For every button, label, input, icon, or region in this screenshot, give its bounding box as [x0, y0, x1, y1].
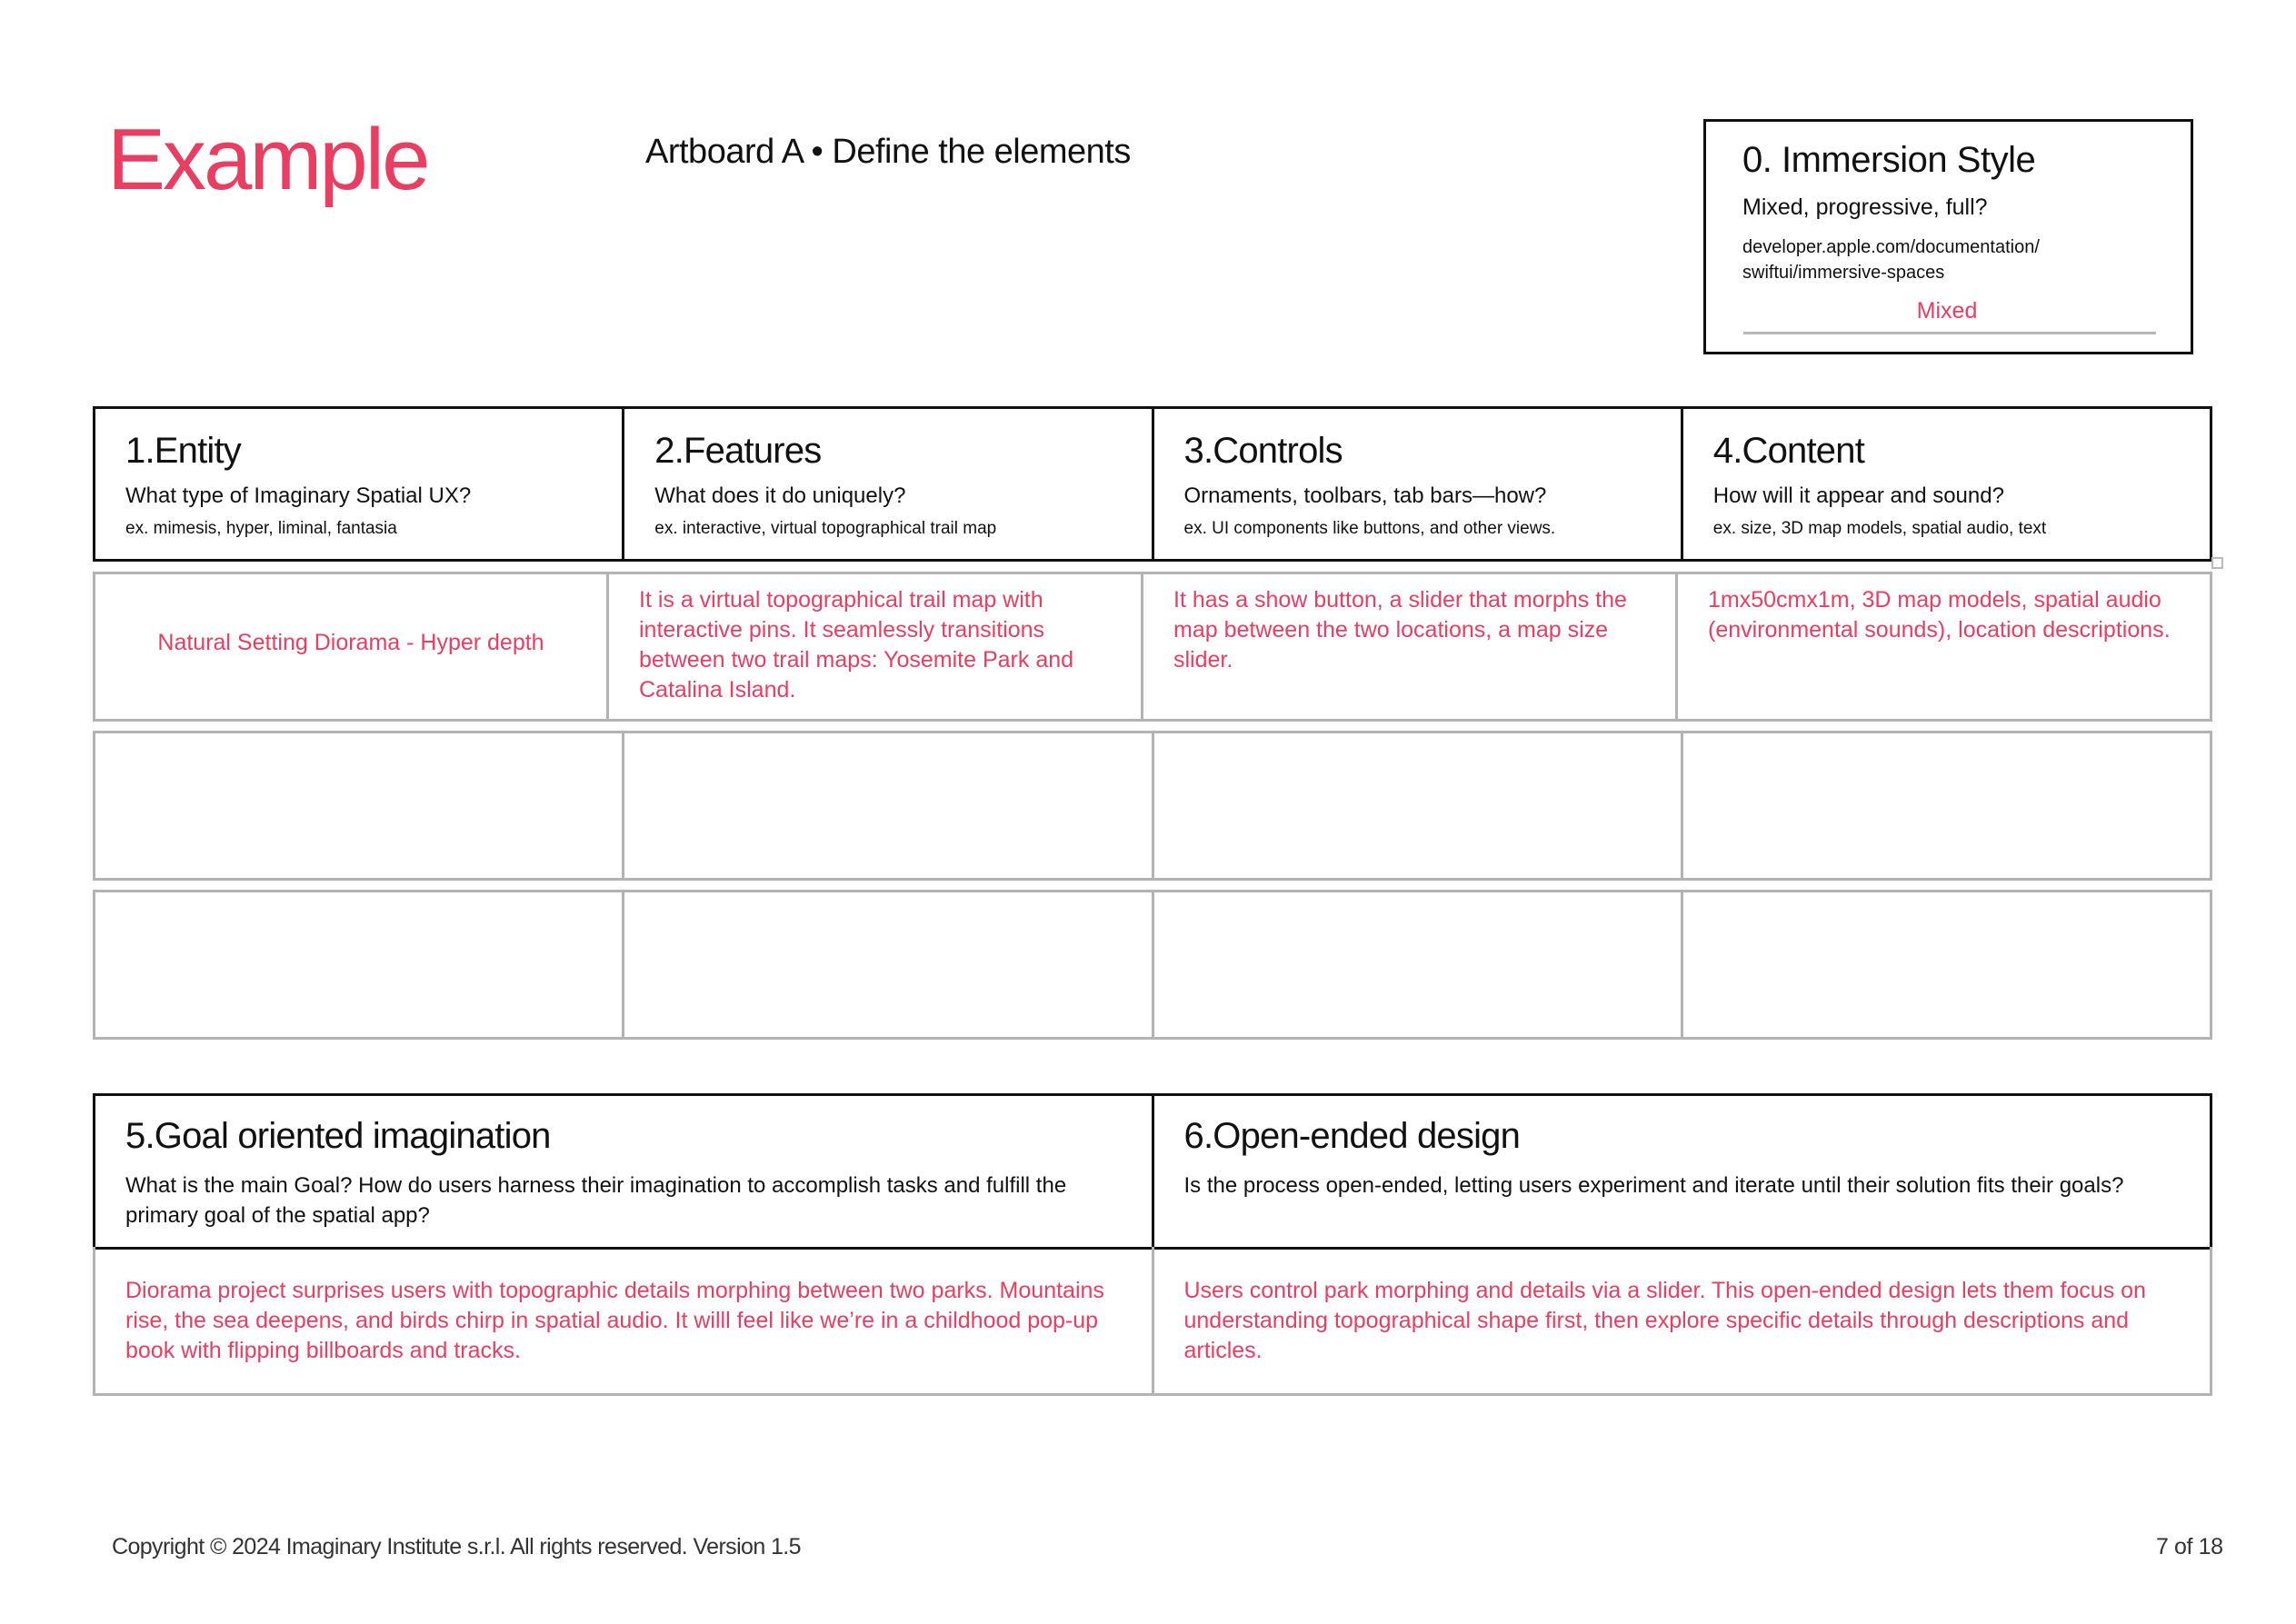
column-title: 1.Entity [125, 431, 242, 471]
immersion-answer-field[interactable]: Mixed [1742, 300, 2151, 323]
column-header-content: 4.Content How will it appear and sound? … [1683, 409, 2210, 559]
column-example: ex. interactive, virtual topographical t… [654, 519, 997, 538]
answer-cell-features[interactable]: It is a virtual topographical trail map … [609, 574, 1143, 719]
answer-cell-features[interactable] [624, 892, 1154, 1037]
column-example: ex. mimesis, hyper, liminal, fantasia [125, 519, 397, 538]
column-example: ex. UI components like buttons, and othe… [1183, 519, 1556, 538]
answer-cell-entity[interactable] [95, 733, 625, 878]
answer-cell-controls[interactable]: It has a show button, a slider that morp… [1143, 574, 1678, 719]
section-title: 5.Goal oriented imagination [125, 1116, 551, 1156]
columns-header-row: 1.Entity What type of Imaginary Spatial … [93, 406, 2212, 562]
section-question: Is the process open-ended, letting users… [1183, 1173, 2124, 1198]
bottom-answer-row: Diorama project surprises users with top… [93, 1247, 2212, 1396]
artboard-title: Artboard A • Define the elements [645, 133, 1131, 171]
column-header-controls: 3.Controls Ornaments, toolbars, tab bars… [1154, 409, 1683, 559]
footer-copyright: Copyright © 2024 Imaginary Institute s.r… [112, 1534, 802, 1559]
section-header-open-ended: 6.Open-ended design Is the process open-… [1154, 1096, 2211, 1247]
answer-cell-content[interactable]: 1mx50cmx1m, 3D map models, spatial audio… [1678, 574, 2210, 719]
page-indicator: 7 of 18 [2156, 1534, 2223, 1559]
column-header-entity: 1.Entity What type of Imaginary Spatial … [95, 409, 625, 559]
immersion-answer-underline [1743, 332, 2156, 334]
column-question: What type of Imaginary Spatial UX? [125, 483, 472, 508]
immersion-reference-link[interactable]: developer.apple.com/documentation/ swift… [1742, 234, 2070, 285]
answer-cell-entity[interactable]: Natural Setting Diorama - Hyper depth [95, 574, 609, 719]
answer-cell-content[interactable] [1683, 892, 2210, 1037]
selection-handle[interactable] [2211, 557, 2223, 569]
section-title: 6.Open-ended design [1183, 1116, 1521, 1156]
column-example: ex. size, 3D map models, spatial audio, … [1712, 519, 2047, 538]
column-title: 2.Features [654, 431, 822, 471]
answer-cell-open-ended[interactable]: Users control park morphing and details … [1154, 1247, 2211, 1393]
answer-cell-features[interactable] [624, 733, 1154, 878]
answer-row [93, 890, 2212, 1040]
page-label: Example [107, 111, 430, 208]
immersion-style-card: 0. Immersion Style Mixed, progressive, f… [1703, 119, 2193, 354]
answer-cell-goal[interactable]: Diorama project surprises users with top… [95, 1247, 1154, 1393]
answer-row [93, 731, 2212, 881]
answer-cell-content[interactable] [1683, 733, 2210, 878]
column-title: 3.Controls [1183, 431, 1343, 471]
column-header-features: 2.Features What does it do uniquely? ex.… [624, 409, 1154, 559]
column-question: What does it do uniquely? [654, 483, 906, 508]
section-question: What is the main Goal? How do users harn… [125, 1173, 1067, 1228]
answer-cell-entity[interactable] [95, 892, 625, 1037]
section-header-goal: 5.Goal oriented imagination What is the … [95, 1096, 1154, 1247]
column-question: Ornaments, toolbars, tab bars—how? [1183, 483, 1547, 508]
bottom-header-row: 5.Goal oriented imagination What is the … [93, 1093, 2212, 1250]
immersion-title: 0. Immersion Style [1742, 140, 2036, 180]
column-question: How will it appear and sound? [1712, 483, 2004, 508]
column-title: 4.Content [1712, 431, 1865, 471]
answer-cell-controls[interactable] [1154, 892, 1683, 1037]
immersion-question: Mixed, progressive, full? [1742, 194, 1988, 220]
answer-cell-controls[interactable] [1154, 733, 1683, 878]
answer-row: Natural Setting Diorama - Hyper depth It… [93, 572, 2212, 722]
